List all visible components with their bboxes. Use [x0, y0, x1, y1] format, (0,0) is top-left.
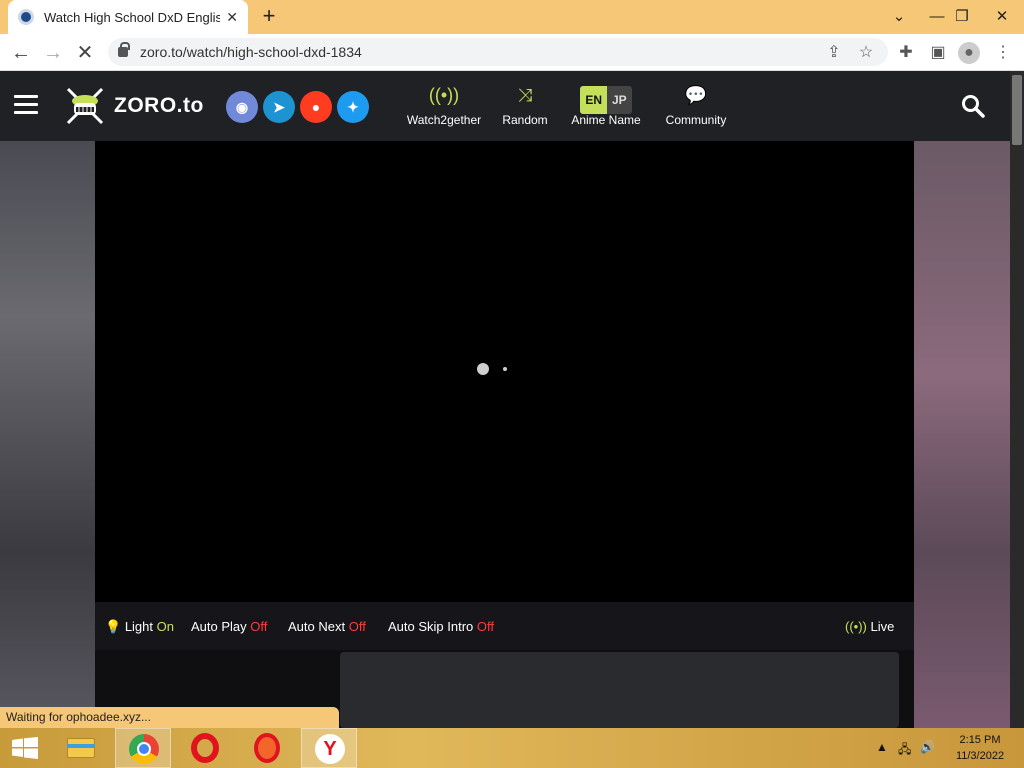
autonext-label: Auto Next: [288, 619, 346, 634]
autonext-status: Off: [348, 619, 366, 634]
nav-watch2gether-label: Watch2gether: [406, 113, 482, 127]
side-panel-icon[interactable]: ▣: [927, 42, 949, 64]
scrollbar-track[interactable]: [1010, 71, 1024, 728]
windows-start-icon[interactable]: [12, 737, 38, 759]
discord-icon[interactable]: ◉: [226, 91, 258, 123]
site-favicon-icon: [18, 9, 34, 25]
autoskip-intro-toggle[interactable]: Auto Skip Intro Off: [388, 619, 494, 634]
nav-community-label: Community: [665, 113, 727, 127]
menu-hamburger-icon[interactable]: [14, 95, 38, 115]
yandex-browser-icon[interactable]: Y: [301, 728, 357, 768]
reddit-icon[interactable]: ●: [300, 91, 332, 123]
lock-icon: [118, 42, 130, 57]
autoplay-status: Off: [250, 619, 268, 634]
restore-button[interactable]: ❐: [945, 0, 979, 34]
nav-anime-name[interactable]: EN JP Anime Name: [566, 83, 646, 127]
autoskip-label: Auto Skip Intro: [388, 619, 474, 634]
nav-random[interactable]: ⤨ Random: [500, 83, 550, 127]
live-label: Live: [870, 619, 895, 634]
address-bar[interactable]: zoro.to/watch/high-school-dxd-1834: [108, 38, 888, 66]
autoplay-label: Auto Play: [191, 619, 247, 634]
lightbulb-icon: 💡: [105, 619, 122, 634]
browser-toolbar: ← → ✕ zoro.to/watch/high-school-dxd-1834…: [0, 34, 1024, 71]
file-explorer-icon[interactable]: [57, 728, 105, 768]
clock-time: 2:15 PM: [959, 734, 1001, 746]
scrollbar-thumb[interactable]: [1012, 75, 1022, 145]
lang-en[interactable]: EN: [580, 86, 607, 114]
video-player[interactable]: [95, 141, 914, 602]
bookmark-star-icon[interactable]: ☆: [855, 42, 877, 64]
autoskip-status: Off: [476, 619, 495, 634]
autoplay-toggle[interactable]: Auto Play Off: [191, 619, 267, 634]
lang-jp[interactable]: JP: [606, 86, 632, 114]
search-icon[interactable]: [960, 93, 986, 119]
show-hidden-icons-chevron-icon[interactable]: ▲: [876, 740, 888, 754]
light-label: Light: [124, 619, 154, 634]
browser-tab[interactable]: Watch High School DxD English S ✕: [8, 0, 248, 34]
profile-avatar[interactable]: ●: [958, 42, 980, 64]
nav-anime-name-label: Anime Name: [571, 113, 641, 127]
language-toggle[interactable]: EN JP: [580, 86, 632, 114]
site-logo-text[interactable]: ZORO.to: [114, 94, 204, 118]
chrome-taskbar-icon[interactable]: [115, 728, 171, 768]
nav-community[interactable]: 💬 Community: [662, 83, 730, 127]
shuffle-icon: ⤨: [517, 85, 533, 105]
network-icon[interactable]: 🖧: [898, 740, 911, 761]
chrome-menu-icon[interactable]: ⋮: [992, 42, 1014, 64]
autonext-toggle[interactable]: Auto Next Off: [288, 619, 366, 634]
volume-icon[interactable]: 🔊: [920, 740, 935, 754]
background-blur-left: [0, 141, 95, 728]
share-icon[interactable]: ⇪: [823, 42, 845, 64]
tab-search-chevron-icon[interactable]: ⌄: [882, 0, 916, 34]
url-text: zoro.to/watch/high-school-dxd-1834: [140, 44, 362, 60]
tab-title: Watch High School DxD English S: [44, 9, 221, 25]
nav-watch2gether[interactable]: ((•)) Watch2gether: [405, 83, 483, 127]
back-arrow-icon[interactable]: ←: [8, 40, 34, 66]
telegram-icon[interactable]: ➤: [263, 91, 295, 123]
new-tab-button[interactable]: +: [256, 4, 282, 30]
tab-close-icon[interactable]: ✕: [226, 9, 238, 26]
loading-spinner-dot: [503, 367, 507, 371]
background-blur-right: [914, 141, 1024, 728]
light-toggle[interactable]: 💡 Light On: [105, 619, 174, 635]
broadcast-icon: ((•)): [428, 85, 460, 105]
opera-icon[interactable]: [181, 728, 229, 768]
twitter-icon[interactable]: ✦: [337, 91, 369, 123]
stop-loading-icon[interactable]: ✕: [72, 40, 98, 66]
light-status: On: [156, 619, 174, 634]
extensions-puzzle-icon[interactable]: ✚: [895, 42, 917, 64]
close-window-button[interactable]: ✕: [985, 0, 1019, 34]
broadcast-icon: ((•)): [845, 619, 867, 634]
site-header: ZORO.to ◉ ➤ ● ✦ ((•)) Watch2gether ⤨ Ran…: [0, 71, 1024, 141]
live-button[interactable]: ((•)) Live: [845, 619, 894, 634]
zoro-logo-icon[interactable]: [64, 85, 106, 127]
episode-panel: [340, 652, 899, 728]
forward-arrow-icon[interactable]: →: [40, 40, 66, 66]
opera-gx-icon[interactable]: [243, 728, 291, 768]
player-controls-bar: 💡 Light On Auto Play Off Auto Next Off A…: [95, 602, 914, 650]
nav-random-label: Random: [502, 113, 548, 127]
loading-spinner-dot: [477, 363, 489, 375]
system-clock[interactable]: 2:15 PM 11/3/2022: [940, 732, 1020, 764]
chat-bubbles-icon: 💬: [684, 85, 708, 105]
clock-date: 11/3/2022: [955, 750, 1005, 762]
windows-taskbar: Y ▲ 🖧 🔊 2:15 PM 11/3/2022: [0, 728, 1024, 768]
status-bubble: Waiting for ophoadee.xyz...: [0, 707, 339, 728]
